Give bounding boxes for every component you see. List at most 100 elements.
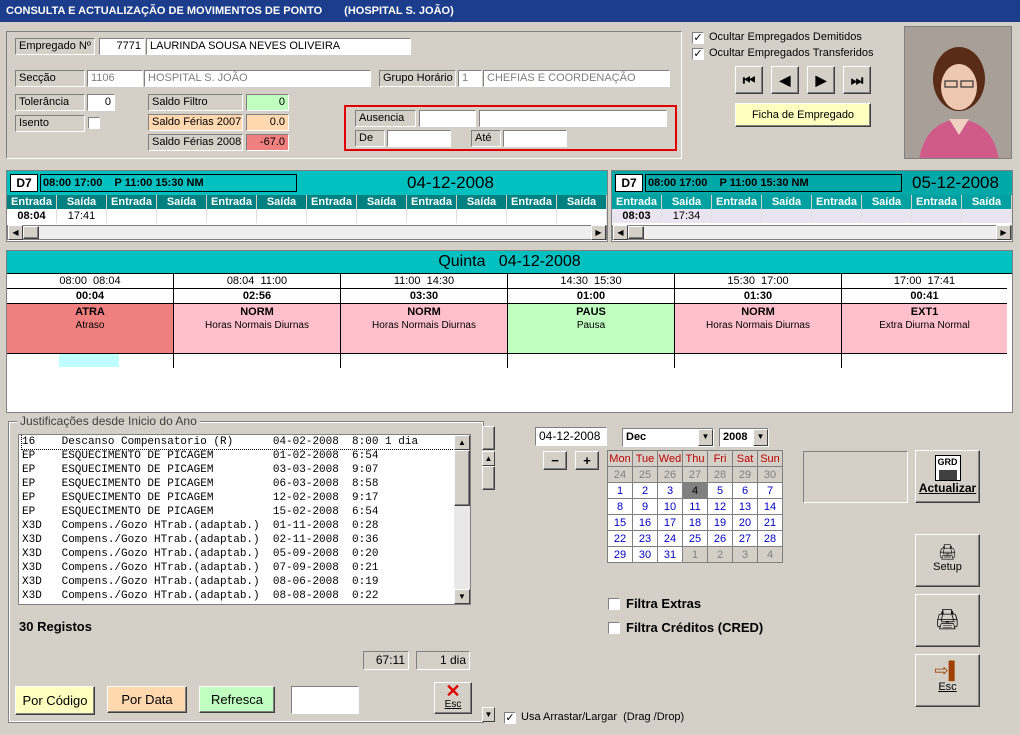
list-item[interactable]: EP ESQUECIMENTO DE PICAGEM 12-02-2008 9:… bbox=[22, 491, 470, 505]
calendar-day[interactable]: 17 bbox=[657, 514, 683, 531]
punch-time-cell[interactable] bbox=[207, 209, 257, 223]
calendar-day[interactable]: 16 bbox=[632, 514, 658, 531]
day1-hscrollbar[interactable]: ◀ ▶ bbox=[7, 225, 607, 240]
calendar-day[interactable]: 29 bbox=[732, 466, 758, 483]
calendar-day[interactable]: 13 bbox=[732, 498, 758, 515]
scroll-down-icon[interactable]: ▼ bbox=[482, 707, 495, 722]
from-date-field[interactable] bbox=[387, 130, 451, 147]
scroll-right-icon[interactable]: ▶ bbox=[591, 225, 606, 240]
punch-time-cell[interactable] bbox=[962, 209, 1012, 223]
scroll-down-icon[interactable]: ▼ bbox=[454, 589, 470, 604]
scroll-left-icon[interactable]: ◀ bbox=[8, 225, 23, 240]
filter-credits-checkbox[interactable] bbox=[608, 622, 620, 634]
calendar-day[interactable]: 29 bbox=[607, 546, 633, 563]
calendar-day[interactable]: 27 bbox=[682, 466, 708, 483]
calendar-day[interactable]: 28 bbox=[757, 530, 783, 547]
calendar-plus-button[interactable]: + bbox=[575, 451, 599, 470]
time-segment[interactable]: 11:00 14:30 03:30 NORM Horas Normais Diurna… bbox=[341, 274, 508, 368]
calendar-day[interactable]: 3 bbox=[657, 482, 683, 499]
calendar-date-field[interactable]: 04-12-2008 bbox=[535, 427, 607, 446]
chevron-down-icon[interactable]: ▼ bbox=[753, 429, 768, 446]
punch-time-cell[interactable] bbox=[157, 209, 207, 223]
punch-time-cell[interactable]: 17:34 bbox=[662, 209, 712, 223]
segment-note-cell[interactable] bbox=[675, 353, 841, 368]
filter-extras-checkbox[interactable] bbox=[608, 598, 620, 610]
scroll-left-icon[interactable]: ◀ bbox=[613, 225, 628, 240]
update-button[interactable]: GRD Actualizar bbox=[915, 450, 980, 503]
absence-code-field[interactable] bbox=[419, 110, 476, 127]
day2-hscrollbar[interactable]: ◀ ▶ bbox=[612, 225, 1012, 240]
time-segment[interactable]: 14:30 15:30 01:00 PAUS Pausa bbox=[508, 274, 675, 368]
punch-time-cell[interactable] bbox=[812, 209, 862, 223]
calendar-day[interactable]: 30 bbox=[757, 466, 783, 483]
calendar-day[interactable]: 12 bbox=[707, 498, 733, 515]
scroll-up-icon[interactable]: ▲ bbox=[454, 435, 470, 450]
calendar-day[interactable]: 20 bbox=[732, 514, 758, 531]
list-item[interactable]: EP ESQUECIMENTO DE PICAGEM 03-03-2008 9:… bbox=[22, 463, 470, 477]
calendar-day[interactable]: 8 bbox=[607, 498, 633, 515]
sort-by-code-button[interactable]: Por Código bbox=[15, 686, 95, 715]
time-segment[interactable]: 17:00 17:41 00:41 EXT1 Extra Diurna Normal bbox=[842, 274, 1007, 368]
punch-time-cell[interactable] bbox=[862, 209, 912, 223]
calendar-day[interactable]: 23 bbox=[632, 530, 658, 547]
calendar-day[interactable]: 2 bbox=[632, 482, 658, 499]
calendar-minus-button[interactable]: − bbox=[543, 451, 567, 470]
scroll-thumb[interactable] bbox=[23, 226, 39, 239]
calendar-day[interactable]: 14 bbox=[757, 498, 783, 515]
year-select[interactable]: 2008 ▼ bbox=[719, 428, 769, 447]
segment-note-cell[interactable] bbox=[7, 353, 173, 368]
list-item[interactable]: X3D Compens./Gozo HTrab.(adaptab.) 08-08… bbox=[22, 589, 470, 603]
calendar-day[interactable]: 24 bbox=[657, 530, 683, 547]
month-select[interactable]: Dec ▼ bbox=[622, 428, 714, 447]
punch-time-cell[interactable]: 17:41 bbox=[57, 209, 107, 223]
calendar-day[interactable]: 7 bbox=[757, 482, 783, 499]
list-item[interactable]: X3D Compens./Gozo HTrab.(adaptab.) 02-11… bbox=[22, 533, 470, 547]
chevron-down-icon[interactable]: ▼ bbox=[698, 429, 713, 446]
time-segment[interactable]: 15:30 17:00 01:30 NORM Horas Normais Diurna… bbox=[675, 274, 842, 368]
calendar-day[interactable]: 6 bbox=[732, 482, 758, 499]
tolerance-field[interactable]: 0 bbox=[87, 94, 115, 111]
calendar-day[interactable]: 22 bbox=[607, 530, 633, 547]
scroll-thumb[interactable] bbox=[482, 466, 495, 490]
drag-drop-checkbox[interactable]: ✓ bbox=[504, 712, 516, 724]
scroll-thumb[interactable] bbox=[454, 450, 470, 506]
calendar-day[interactable]: 11 bbox=[682, 498, 708, 515]
calendar-day[interactable]: 1 bbox=[607, 482, 633, 499]
calendar-day[interactable]: 1 bbox=[682, 546, 708, 563]
calendar-day[interactable]: 25 bbox=[682, 530, 708, 547]
hide-transferred-checkbox[interactable]: ✓ bbox=[692, 48, 704, 60]
scroll-thumb-top[interactable] bbox=[482, 426, 495, 450]
employee-name-field[interactable]: LAURINDA SOUSA NEVES OLIVEIRA bbox=[146, 38, 411, 55]
list-item[interactable]: EP ESQUECIMENTO DE PICAGEM 06-03-2008 8:… bbox=[22, 477, 470, 491]
punch-time-cell[interactable] bbox=[457, 209, 507, 223]
calendar-day[interactable]: 28 bbox=[707, 466, 733, 483]
punch-time-cell[interactable] bbox=[762, 209, 812, 223]
calendar-day[interactable]: 5 bbox=[707, 482, 733, 499]
employee-record-button[interactable]: Ficha de Empregado bbox=[735, 103, 871, 127]
calendar-day[interactable]: 18 bbox=[682, 514, 708, 531]
filter-field[interactable] bbox=[291, 686, 359, 714]
calendar-day[interactable]: 24 bbox=[607, 466, 633, 483]
calendar-day[interactable]: 30 bbox=[632, 546, 658, 563]
time-segment[interactable]: 08:00 08:04 00:04 ATRA Atraso bbox=[7, 274, 174, 368]
print-button[interactable]: 🖨 bbox=[915, 594, 980, 647]
punch-time-cell[interactable]: 08:03 bbox=[612, 209, 662, 223]
segment-note-cell[interactable] bbox=[842, 353, 1007, 368]
list-item[interactable]: EP ESQUECIMENTO DE PICAGEM 15-02-2008 6:… bbox=[22, 505, 470, 519]
calendar-day[interactable]: 31 bbox=[657, 546, 683, 563]
justifications-list[interactable]: 16 Descanso Compensatorio (R) 04-02-2008… bbox=[18, 434, 471, 605]
list-vscrollbar[interactable]: ▲ ▼ bbox=[454, 435, 470, 604]
punch-time-cell[interactable] bbox=[557, 209, 607, 223]
punch-time-cell[interactable] bbox=[912, 209, 962, 223]
list-esc-button[interactable]: ✕ Esc bbox=[434, 682, 472, 714]
list-item[interactable]: EP ESQUECIMENTO DE PICAGEM 01-02-2008 6:… bbox=[22, 449, 470, 463]
calendar-day[interactable]: 19 bbox=[707, 514, 733, 531]
scroll-thumb[interactable] bbox=[628, 226, 644, 239]
setup-button[interactable]: 🖨 Setup bbox=[915, 534, 980, 587]
list-item[interactable]: X3D Compens./Gozo HTrab.(adaptab.) 05-09… bbox=[22, 547, 470, 561]
punch-time-cell[interactable] bbox=[257, 209, 307, 223]
absence-desc-field[interactable] bbox=[479, 110, 667, 127]
calendar-day[interactable]: 2 bbox=[707, 546, 733, 563]
exit-button[interactable]: ⇨▌ Esc bbox=[915, 654, 980, 707]
calendar-day[interactable]: 10 bbox=[657, 498, 683, 515]
